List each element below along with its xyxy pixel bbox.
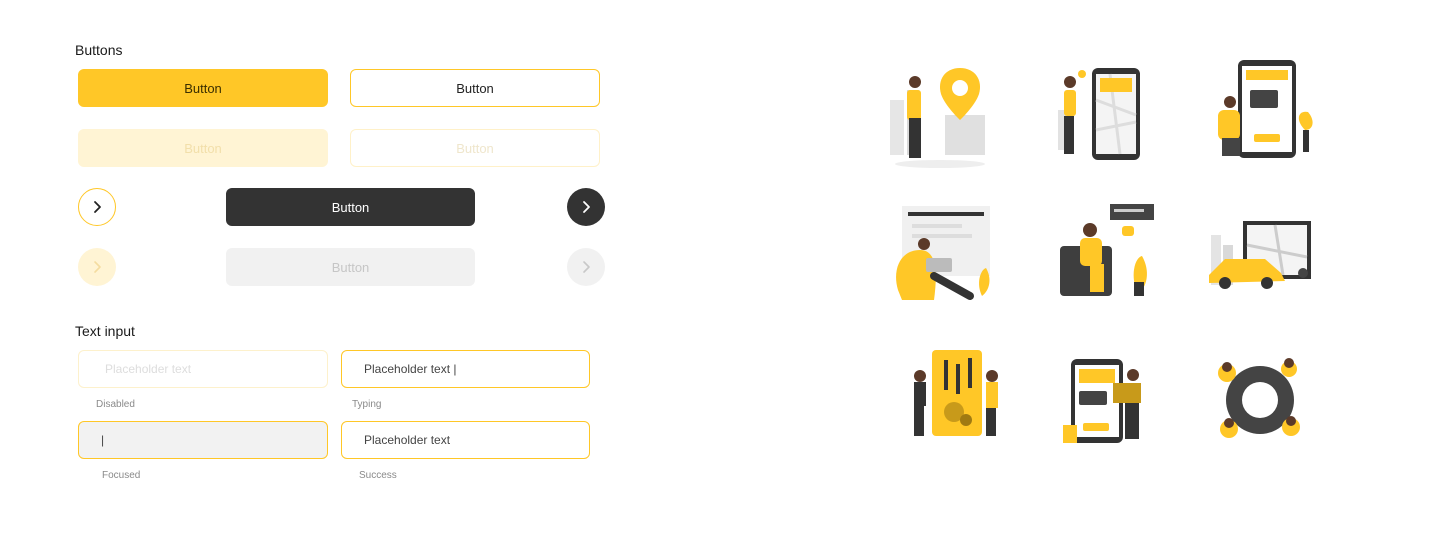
mobile-map-illustration xyxy=(1058,68,1140,160)
typing-caption: Typing xyxy=(352,399,382,410)
chevron-right-icon xyxy=(583,261,590,273)
location-pin-illustration xyxy=(890,68,985,168)
typing-input[interactable]: Placeholder text | xyxy=(341,350,590,388)
dark-button[interactable]: Button xyxy=(226,188,475,226)
chevron-right-icon xyxy=(94,201,101,213)
mobile-payment-illustration xyxy=(1218,60,1313,158)
circle-next-button-outline[interactable] xyxy=(78,188,116,226)
primary-button-disabled: Button xyxy=(78,129,328,167)
dark-button-disabled: Button xyxy=(226,248,475,286)
success-input[interactable]: Placeholder text xyxy=(341,421,590,459)
success-caption: Success xyxy=(359,470,397,481)
chatting-sofa-illustration xyxy=(1060,204,1154,296)
text-input-section-title: Text input xyxy=(75,323,135,339)
mobile-shopping-illustration xyxy=(1063,359,1141,443)
focused-input[interactable]: | xyxy=(78,421,328,459)
teamwork-gear-illustration xyxy=(1218,358,1300,438)
outline-button[interactable]: Button xyxy=(350,69,600,107)
circle-next-button-yellow-disabled xyxy=(78,248,116,286)
focused-caption: Focused xyxy=(102,470,141,481)
chevron-right-icon xyxy=(94,261,101,273)
circle-next-button-dark[interactable] xyxy=(567,188,605,226)
taxi-map-illustration xyxy=(1209,221,1311,289)
circle-next-button-grey-disabled xyxy=(567,248,605,286)
primary-button[interactable]: Button xyxy=(78,69,328,107)
laptop-reading-illustration xyxy=(896,206,990,300)
outline-button-disabled: Button xyxy=(350,129,600,167)
disabled-caption: Disabled xyxy=(96,399,135,410)
disabled-input: Placeholder text xyxy=(78,350,328,388)
mobile-settings-illustration xyxy=(914,350,998,436)
buttons-section-title: Buttons xyxy=(75,42,123,58)
chevron-right-icon xyxy=(583,201,590,213)
